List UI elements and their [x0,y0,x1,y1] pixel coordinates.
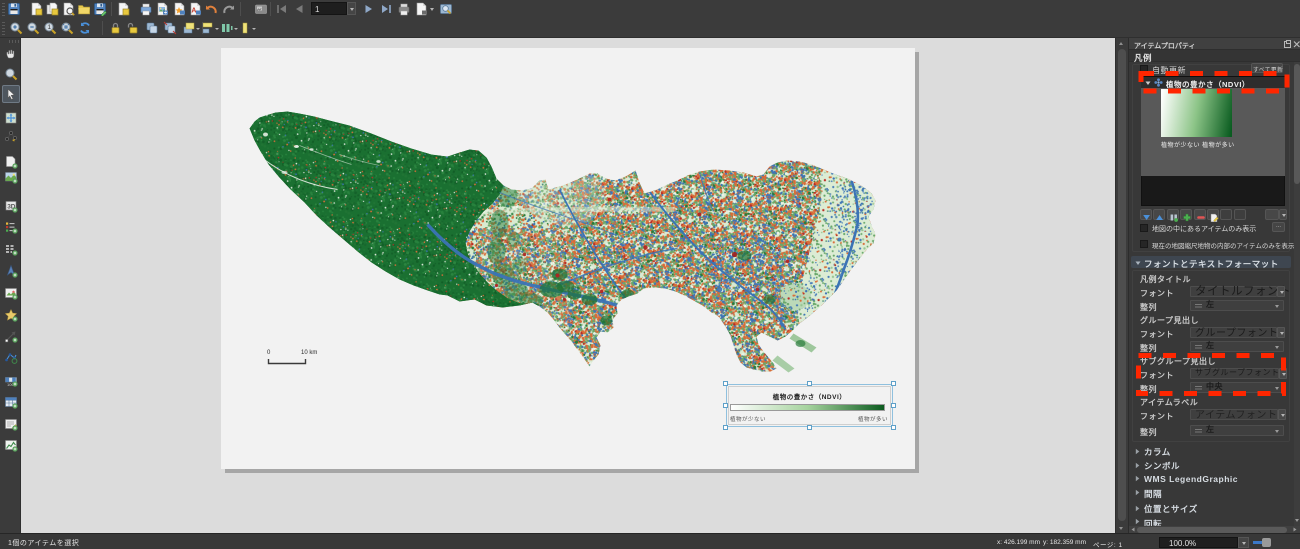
svg-text:A: A [191,8,196,15]
